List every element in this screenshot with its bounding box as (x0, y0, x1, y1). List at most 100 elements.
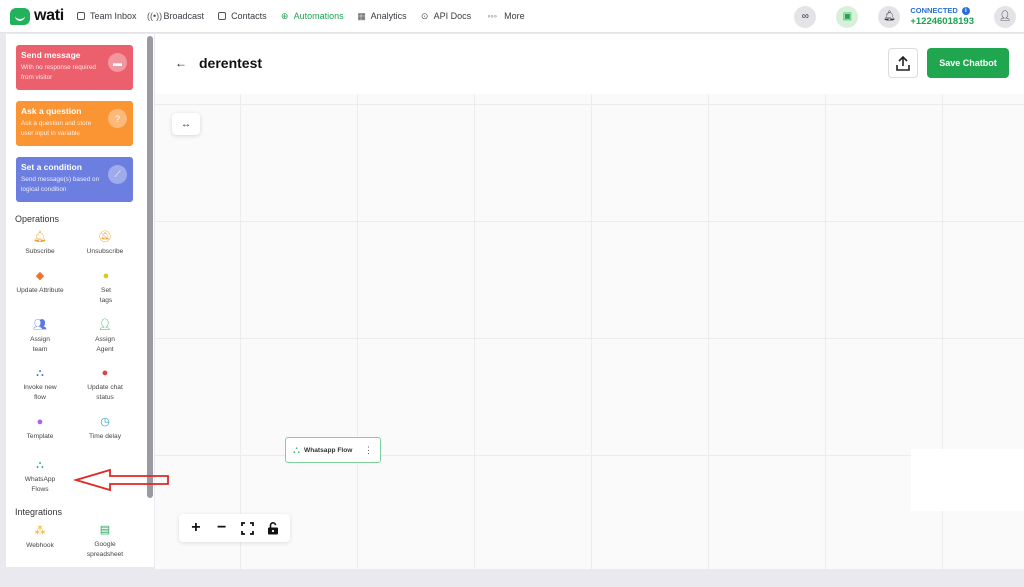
phone-number: +12246018193 (910, 16, 974, 27)
op-whatsapp-flows[interactable]: ⛬ WhatsApp Flows (10, 459, 70, 494)
clock-icon: ◷ (100, 416, 110, 428)
kebab-menu-icon[interactable]: ⋮ (364, 443, 373, 457)
op-set-tags[interactable]: ● Set tags (75, 270, 137, 305)
op-label: Assign team (30, 336, 50, 353)
op-template[interactable]: ● Template (10, 416, 70, 442)
op-subscribe[interactable]: 🔔︎ Subscribe (10, 231, 70, 257)
nav-label: Automations (293, 11, 344, 21)
bell-icon: 🔔︎ (33, 231, 47, 243)
op-webhook[interactable]: ⁂ Webhook (10, 525, 70, 551)
nav-label: API Docs (433, 11, 472, 21)
card-desc: Send message(s) based on logical conditi… (21, 176, 100, 193)
connected-label: CONNECTED (910, 6, 958, 15)
save-chatbot-button[interactable]: Save Chatbot (927, 48, 1009, 78)
zoom-in-icon[interactable]: + (185, 517, 207, 539)
meta-icon[interactable]: ∞ (794, 5, 817, 28)
op-label: Update chat status (87, 384, 123, 401)
nav-analytics[interactable]: ▦ Analytics (357, 0, 406, 33)
op-label: Template (26, 433, 54, 440)
fit-view-icon[interactable] (236, 517, 258, 539)
op-label: Set tags (99, 287, 113, 304)
chat-status-icon: ● (101, 367, 109, 379)
ask-question-card[interactable]: Ask a question Ask a question and store … (16, 101, 133, 146)
bulb-icon: ● (102, 270, 110, 282)
back-arrow-icon[interactable]: ← (175, 56, 187, 70)
upload-button[interactable] (888, 48, 918, 78)
top-right-controls: ∞ ▣ 🔔︎ CONNECTED i +12246018193 👤︎ (794, 0, 1024, 33)
agent-icon: 👤︎ (98, 319, 112, 331)
op-assign-agent[interactable]: 👤︎ Assign Agent (75, 319, 135, 354)
bottom-strip (0, 569, 1024, 587)
webhook-icon: ⁂ (34, 525, 46, 537)
wati-logo[interactable]: wati (10, 7, 76, 25)
main-nav: Team Inbox ((•)) Broadcast Contacts ⊕ Au… (76, 0, 538, 33)
op-label: Subscribe (25, 248, 55, 255)
top-nav-bar: wati Team Inbox ((•)) Broadcast Contacts… (0, 0, 1024, 33)
avatar[interactable]: 👤︎ (994, 5, 1016, 28)
team-icon: 👥︎ (33, 319, 47, 331)
integrations-title: Integrations (15, 507, 63, 517)
nav-api-docs[interactable]: ⊙ API Docs (420, 0, 472, 33)
sidebar-scrollbar[interactable] (147, 36, 153, 498)
upload-icon (896, 55, 910, 71)
nav-label: Contacts (231, 11, 267, 21)
blank-panel (911, 449, 1024, 511)
nav-contacts[interactable]: Contacts (217, 0, 267, 33)
op-label: Google spreadsheet (86, 541, 124, 558)
nav-more[interactable]: ◦◦◦ More (484, 0, 525, 33)
lock-icon[interactable] (262, 517, 284, 539)
card-desc: With no response required from visitor (21, 64, 96, 81)
operations-title: Operations (15, 214, 60, 224)
template-icon: ● (36, 416, 44, 428)
op-invoke-flow[interactable]: ⛬ Invoke new flow (10, 367, 70, 402)
message-icon: ▬ (108, 53, 127, 72)
op-label: Update Attribute (16, 287, 64, 294)
more-icon: ◦◦◦ (487, 11, 497, 21)
info-icon[interactable]: i (961, 6, 970, 15)
card-desc: Ask a question and store user input in v… (21, 120, 92, 137)
nav-broadcast[interactable]: ((•)) Broadcast (146, 0, 205, 33)
op-label: Unsubscribe (86, 248, 124, 255)
page-title: derentest (199, 55, 263, 71)
nav-label: Team Inbox (90, 11, 137, 21)
zoom-out-icon[interactable]: − (211, 517, 233, 539)
logo-text: wati (34, 7, 64, 24)
condition-icon: ⟋ (108, 165, 127, 184)
op-update-chat-status[interactable]: ● Update chat status (75, 367, 135, 402)
chat-bubble-icon (10, 7, 30, 25)
send-message-card[interactable]: Send message With no response required f… (16, 45, 133, 90)
broadcast-icon: ((•)) (146, 11, 163, 21)
automations-icon: ⊕ (280, 10, 289, 21)
bell-icon[interactable]: 🔔︎ (878, 5, 901, 28)
bell-off-icon: 🔕︎ (98, 231, 112, 243)
op-update-attribute[interactable]: ◆ Update Attribute (10, 270, 70, 296)
op-google-spreadsheet[interactable]: ▤ Google spreadsheet (75, 524, 135, 559)
inbox-icon (76, 11, 86, 21)
whatsapp-flow-node[interactable]: ⛬ Whatsapp Flow ⋮ (285, 437, 381, 463)
nav-label: More (504, 11, 525, 21)
contacts-icon (217, 11, 227, 21)
nav-label: Broadcast (163, 11, 205, 21)
op-unsubscribe[interactable]: 🔕︎ Unsubscribe (75, 231, 135, 257)
whatsapp-flows-icon: ⛬ (293, 444, 300, 456)
whatsapp-flows-icon: ⛬ (36, 459, 44, 471)
flow-canvas[interactable]: ↔ ⛬ Whatsapp Flow ⋮ + − (155, 94, 1024, 569)
op-label: Time delay (88, 433, 121, 440)
wallet-icon[interactable]: ▣ (836, 5, 859, 28)
spreadsheet-icon: ▤ (99, 524, 111, 536)
nav-team-inbox[interactable]: Team Inbox (76, 0, 137, 33)
connection-status: CONNECTED i +12246018193 (910, 6, 974, 27)
set-condition-card[interactable]: Set a condition Send message(s) based on… (16, 157, 133, 202)
question-icon: ? (108, 109, 127, 128)
expand-horizontal-icon[interactable]: ↔ (172, 113, 200, 135)
op-label: WhatsApp Flows (24, 476, 56, 493)
op-time-delay[interactable]: ◷ Time delay (75, 416, 135, 442)
nav-automations[interactable]: ⊕ Automations (280, 0, 344, 33)
flow-icon: ⛬ (36, 367, 44, 379)
editor-header: ← derentest Save Chatbot (155, 34, 1024, 94)
op-assign-team[interactable]: 👥︎ Assign team (10, 319, 70, 354)
api-docs-icon: ⊙ (420, 10, 429, 21)
zoom-controls: + − (179, 514, 290, 542)
op-label: Assign Agent (95, 336, 115, 353)
annotation-arrow (72, 468, 169, 492)
